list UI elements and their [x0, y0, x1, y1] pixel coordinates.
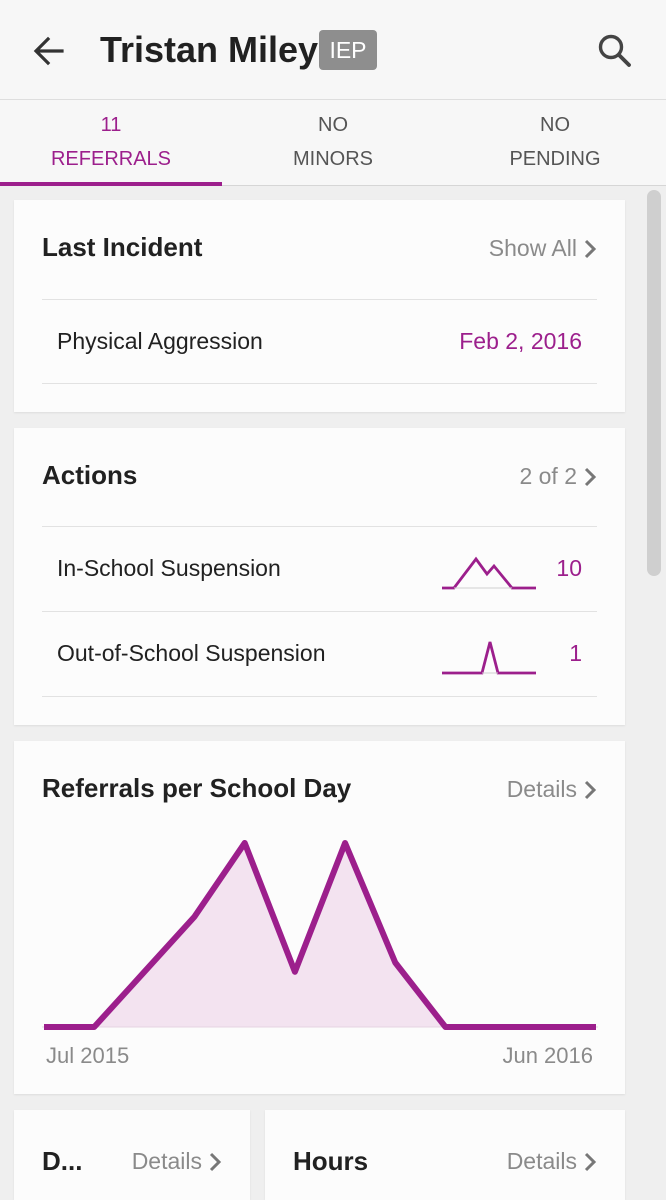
card-title: Last Incident	[42, 232, 202, 263]
actions-card: Actions 2 of 2 In-School Suspension 10 O…	[14, 428, 625, 725]
link-label: Details	[507, 776, 577, 803]
referrals-area-chart	[42, 831, 598, 1036]
link-label: Show All	[489, 235, 577, 262]
chevron-right-icon	[583, 1151, 597, 1173]
action-label: Out-of-School Suspension	[57, 640, 326, 667]
x-axis-end-label: Jun 2016	[502, 1043, 593, 1069]
tab-count: 11	[0, 114, 222, 137]
tab-minors[interactable]: NO MINORS	[222, 100, 444, 185]
sparkline	[442, 636, 538, 676]
chevron-right-icon	[583, 466, 597, 488]
action-count: 1	[569, 640, 582, 667]
tab-label: REFERRALS	[0, 148, 222, 171]
link-label: Details	[132, 1148, 202, 1175]
tab-count: NO	[222, 114, 444, 137]
show-all-link[interactable]: Show All	[489, 235, 597, 262]
tab-pending[interactable]: NO PENDING	[444, 100, 666, 185]
divider	[42, 696, 597, 697]
tab-count: NO	[444, 114, 666, 137]
tab-label: MINORS	[222, 148, 444, 171]
link-label: Details	[507, 1148, 577, 1175]
active-tab-indicator	[0, 182, 222, 186]
tab-referrals[interactable]: 11 REFERRALS	[0, 100, 222, 185]
scrollbar[interactable]	[647, 190, 661, 576]
action-row-in-school[interactable]: In-School Suspension 10	[42, 527, 597, 611]
chart-title: Referrals per School Day	[42, 773, 351, 804]
student-name: Tristan Miley	[100, 28, 318, 72]
card-title: Actions	[42, 460, 137, 491]
iep-badge: IEP	[319, 30, 377, 70]
chart-area-fill	[44, 843, 596, 1027]
action-label: In-School Suspension	[57, 555, 281, 582]
search-button[interactable]	[592, 28, 638, 74]
tab-label: PENDING	[444, 148, 666, 171]
chevron-right-icon	[583, 779, 597, 801]
back-button[interactable]	[28, 30, 70, 72]
details-link[interactable]: Details	[132, 1148, 222, 1175]
bottom-card-hours: Hours Details	[265, 1110, 625, 1200]
incident-row[interactable]: Physical Aggression Feb 2, 2016	[42, 300, 597, 384]
details-link[interactable]: Details	[507, 1148, 597, 1175]
action-row-out-of-school[interactable]: Out-of-School Suspension 1	[42, 612, 597, 696]
bottom-card-left: D... Details	[14, 1110, 250, 1200]
tab-bar: 11 REFERRALS NO MINORS NO PENDING	[0, 100, 666, 186]
last-incident-card: Last Incident Show All Physical Aggressi…	[14, 200, 625, 412]
app-bar: Tristan Miley IEP	[0, 0, 666, 100]
search-icon	[592, 28, 638, 74]
card-title: D...	[42, 1146, 82, 1177]
chevron-right-icon	[583, 238, 597, 260]
incident-type: Physical Aggression	[57, 328, 263, 355]
pager-label: 2 of 2	[519, 463, 577, 490]
x-axis-start-label: Jul 2015	[46, 1043, 129, 1069]
chevron-right-icon	[208, 1151, 222, 1173]
back-arrow-icon	[28, 30, 70, 72]
actions-pager-link[interactable]: 2 of 2	[519, 463, 597, 490]
sparkline	[442, 551, 538, 591]
chart-details-link[interactable]: Details	[507, 776, 597, 803]
divider	[42, 383, 597, 384]
action-count: 10	[556, 555, 582, 582]
referrals-chart-card: Referrals per School Day Details Jul 201…	[14, 741, 625, 1094]
card-title: Hours	[293, 1146, 368, 1177]
incident-date: Feb 2, 2016	[459, 328, 582, 355]
